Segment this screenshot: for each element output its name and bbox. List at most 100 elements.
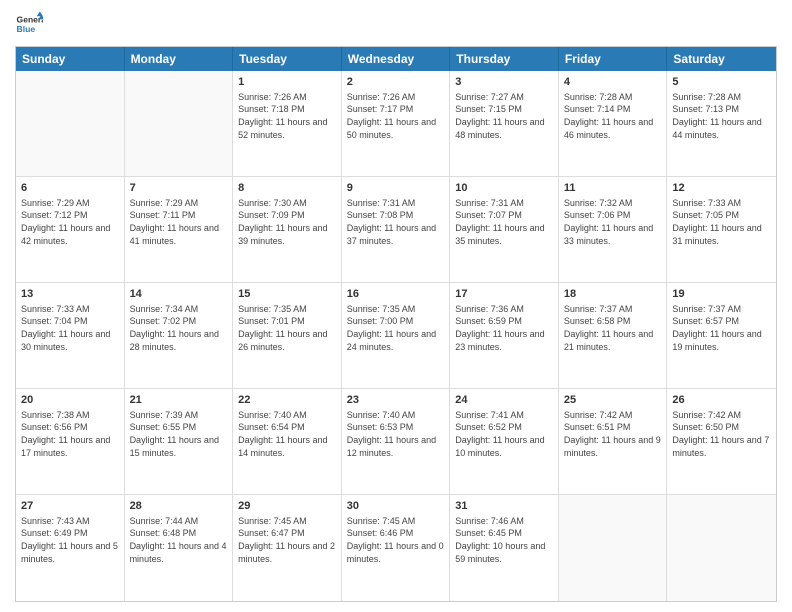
day-number: 8 bbox=[238, 181, 336, 196]
calendar-cell: 10Sunrise: 7:31 AM Sunset: 7:07 PM Dayli… bbox=[450, 177, 559, 282]
day-info: Sunrise: 7:37 AM Sunset: 6:58 PM Dayligh… bbox=[564, 303, 662, 353]
day-number: 10 bbox=[455, 181, 553, 196]
day-number: 21 bbox=[130, 393, 228, 408]
calendar-cell: 1Sunrise: 7:26 AM Sunset: 7:18 PM Daylig… bbox=[233, 71, 342, 176]
calendar-cell: 23Sunrise: 7:40 AM Sunset: 6:53 PM Dayli… bbox=[342, 389, 451, 494]
calendar-cell: 21Sunrise: 7:39 AM Sunset: 6:55 PM Dayli… bbox=[125, 389, 234, 494]
calendar-cell: 30Sunrise: 7:45 AM Sunset: 6:46 PM Dayli… bbox=[342, 495, 451, 601]
header-day: Wednesday bbox=[342, 47, 451, 71]
day-info: Sunrise: 7:34 AM Sunset: 7:02 PM Dayligh… bbox=[130, 303, 228, 353]
day-info: Sunrise: 7:40 AM Sunset: 6:53 PM Dayligh… bbox=[347, 409, 445, 459]
day-info: Sunrise: 7:38 AM Sunset: 6:56 PM Dayligh… bbox=[21, 409, 119, 459]
header-day: Monday bbox=[125, 47, 234, 71]
day-info: Sunrise: 7:45 AM Sunset: 6:47 PM Dayligh… bbox=[238, 515, 336, 565]
logo: General Blue bbox=[15, 10, 43, 38]
calendar-cell bbox=[16, 71, 125, 176]
calendar: SundayMondayTuesdayWednesdayThursdayFrid… bbox=[15, 46, 777, 602]
calendar-cell: 20Sunrise: 7:38 AM Sunset: 6:56 PM Dayli… bbox=[16, 389, 125, 494]
day-number: 28 bbox=[130, 499, 228, 514]
calendar-cell bbox=[559, 495, 668, 601]
day-number: 15 bbox=[238, 287, 336, 302]
day-number: 22 bbox=[238, 393, 336, 408]
day-info: Sunrise: 7:27 AM Sunset: 7:15 PM Dayligh… bbox=[455, 91, 553, 141]
day-info: Sunrise: 7:28 AM Sunset: 7:13 PM Dayligh… bbox=[672, 91, 771, 141]
day-info: Sunrise: 7:45 AM Sunset: 6:46 PM Dayligh… bbox=[347, 515, 445, 565]
calendar-cell: 26Sunrise: 7:42 AM Sunset: 6:50 PM Dayli… bbox=[667, 389, 776, 494]
calendar-cell: 7Sunrise: 7:29 AM Sunset: 7:11 PM Daylig… bbox=[125, 177, 234, 282]
day-number: 24 bbox=[455, 393, 553, 408]
day-info: Sunrise: 7:35 AM Sunset: 7:00 PM Dayligh… bbox=[347, 303, 445, 353]
calendar-row: 27Sunrise: 7:43 AM Sunset: 6:49 PM Dayli… bbox=[16, 495, 776, 601]
calendar-cell: 15Sunrise: 7:35 AM Sunset: 7:01 PM Dayli… bbox=[233, 283, 342, 388]
calendar-cell: 28Sunrise: 7:44 AM Sunset: 6:48 PM Dayli… bbox=[125, 495, 234, 601]
calendar-cell: 9Sunrise: 7:31 AM Sunset: 7:08 PM Daylig… bbox=[342, 177, 451, 282]
day-number: 6 bbox=[21, 181, 119, 196]
day-info: Sunrise: 7:30 AM Sunset: 7:09 PM Dayligh… bbox=[238, 197, 336, 247]
header-day: Sunday bbox=[16, 47, 125, 71]
header-day: Friday bbox=[559, 47, 668, 71]
header-day: Tuesday bbox=[233, 47, 342, 71]
day-info: Sunrise: 7:35 AM Sunset: 7:01 PM Dayligh… bbox=[238, 303, 336, 353]
day-number: 1 bbox=[238, 75, 336, 90]
calendar-cell: 22Sunrise: 7:40 AM Sunset: 6:54 PM Dayli… bbox=[233, 389, 342, 494]
calendar-cell bbox=[667, 495, 776, 601]
day-number: 9 bbox=[347, 181, 445, 196]
day-number: 30 bbox=[347, 499, 445, 514]
day-info: Sunrise: 7:44 AM Sunset: 6:48 PM Dayligh… bbox=[130, 515, 228, 565]
day-number: 18 bbox=[564, 287, 662, 302]
calendar-cell: 18Sunrise: 7:37 AM Sunset: 6:58 PM Dayli… bbox=[559, 283, 668, 388]
day-info: Sunrise: 7:39 AM Sunset: 6:55 PM Dayligh… bbox=[130, 409, 228, 459]
calendar-cell: 27Sunrise: 7:43 AM Sunset: 6:49 PM Dayli… bbox=[16, 495, 125, 601]
calendar-cell: 3Sunrise: 7:27 AM Sunset: 7:15 PM Daylig… bbox=[450, 71, 559, 176]
calendar-cell: 6Sunrise: 7:29 AM Sunset: 7:12 PM Daylig… bbox=[16, 177, 125, 282]
day-number: 23 bbox=[347, 393, 445, 408]
day-number: 4 bbox=[564, 75, 662, 90]
header: General Blue bbox=[15, 10, 777, 38]
day-info: Sunrise: 7:41 AM Sunset: 6:52 PM Dayligh… bbox=[455, 409, 553, 459]
day-number: 19 bbox=[672, 287, 771, 302]
day-info: Sunrise: 7:33 AM Sunset: 7:04 PM Dayligh… bbox=[21, 303, 119, 353]
calendar-row: 20Sunrise: 7:38 AM Sunset: 6:56 PM Dayli… bbox=[16, 389, 776, 495]
header-day: Saturday bbox=[667, 47, 776, 71]
day-info: Sunrise: 7:32 AM Sunset: 7:06 PM Dayligh… bbox=[564, 197, 662, 247]
calendar-cell: 31Sunrise: 7:46 AM Sunset: 6:45 PM Dayli… bbox=[450, 495, 559, 601]
day-info: Sunrise: 7:36 AM Sunset: 6:59 PM Dayligh… bbox=[455, 303, 553, 353]
day-number: 5 bbox=[672, 75, 771, 90]
day-info: Sunrise: 7:29 AM Sunset: 7:11 PM Dayligh… bbox=[130, 197, 228, 247]
calendar-cell: 12Sunrise: 7:33 AM Sunset: 7:05 PM Dayli… bbox=[667, 177, 776, 282]
calendar-cell: 16Sunrise: 7:35 AM Sunset: 7:00 PM Dayli… bbox=[342, 283, 451, 388]
day-info: Sunrise: 7:33 AM Sunset: 7:05 PM Dayligh… bbox=[672, 197, 771, 247]
header-day: Thursday bbox=[450, 47, 559, 71]
day-number: 13 bbox=[21, 287, 119, 302]
day-info: Sunrise: 7:42 AM Sunset: 6:51 PM Dayligh… bbox=[564, 409, 662, 459]
calendar-cell: 8Sunrise: 7:30 AM Sunset: 7:09 PM Daylig… bbox=[233, 177, 342, 282]
calendar-cell: 14Sunrise: 7:34 AM Sunset: 7:02 PM Dayli… bbox=[125, 283, 234, 388]
calendar-cell: 24Sunrise: 7:41 AM Sunset: 6:52 PM Dayli… bbox=[450, 389, 559, 494]
calendar-header: SundayMondayTuesdayWednesdayThursdayFrid… bbox=[16, 47, 776, 71]
svg-text:Blue: Blue bbox=[17, 24, 36, 34]
calendar-cell: 2Sunrise: 7:26 AM Sunset: 7:17 PM Daylig… bbox=[342, 71, 451, 176]
calendar-body: 1Sunrise: 7:26 AM Sunset: 7:18 PM Daylig… bbox=[16, 71, 776, 601]
calendar-cell: 4Sunrise: 7:28 AM Sunset: 7:14 PM Daylig… bbox=[559, 71, 668, 176]
day-number: 31 bbox=[455, 499, 553, 514]
day-number: 7 bbox=[130, 181, 228, 196]
day-info: Sunrise: 7:26 AM Sunset: 7:17 PM Dayligh… bbox=[347, 91, 445, 141]
day-number: 16 bbox=[347, 287, 445, 302]
day-info: Sunrise: 7:31 AM Sunset: 7:07 PM Dayligh… bbox=[455, 197, 553, 247]
day-number: 11 bbox=[564, 181, 662, 196]
day-info: Sunrise: 7:43 AM Sunset: 6:49 PM Dayligh… bbox=[21, 515, 119, 565]
calendar-cell: 29Sunrise: 7:45 AM Sunset: 6:47 PM Dayli… bbox=[233, 495, 342, 601]
day-number: 29 bbox=[238, 499, 336, 514]
logo-icon: General Blue bbox=[15, 10, 43, 38]
calendar-cell: 13Sunrise: 7:33 AM Sunset: 7:04 PM Dayli… bbox=[16, 283, 125, 388]
calendar-cell bbox=[125, 71, 234, 176]
calendar-row: 1Sunrise: 7:26 AM Sunset: 7:18 PM Daylig… bbox=[16, 71, 776, 177]
day-number: 27 bbox=[21, 499, 119, 514]
day-info: Sunrise: 7:46 AM Sunset: 6:45 PM Dayligh… bbox=[455, 515, 553, 565]
day-info: Sunrise: 7:26 AM Sunset: 7:18 PM Dayligh… bbox=[238, 91, 336, 141]
day-number: 25 bbox=[564, 393, 662, 408]
day-number: 2 bbox=[347, 75, 445, 90]
day-info: Sunrise: 7:37 AM Sunset: 6:57 PM Dayligh… bbox=[672, 303, 771, 353]
calendar-cell: 17Sunrise: 7:36 AM Sunset: 6:59 PM Dayli… bbox=[450, 283, 559, 388]
day-info: Sunrise: 7:42 AM Sunset: 6:50 PM Dayligh… bbox=[672, 409, 771, 459]
